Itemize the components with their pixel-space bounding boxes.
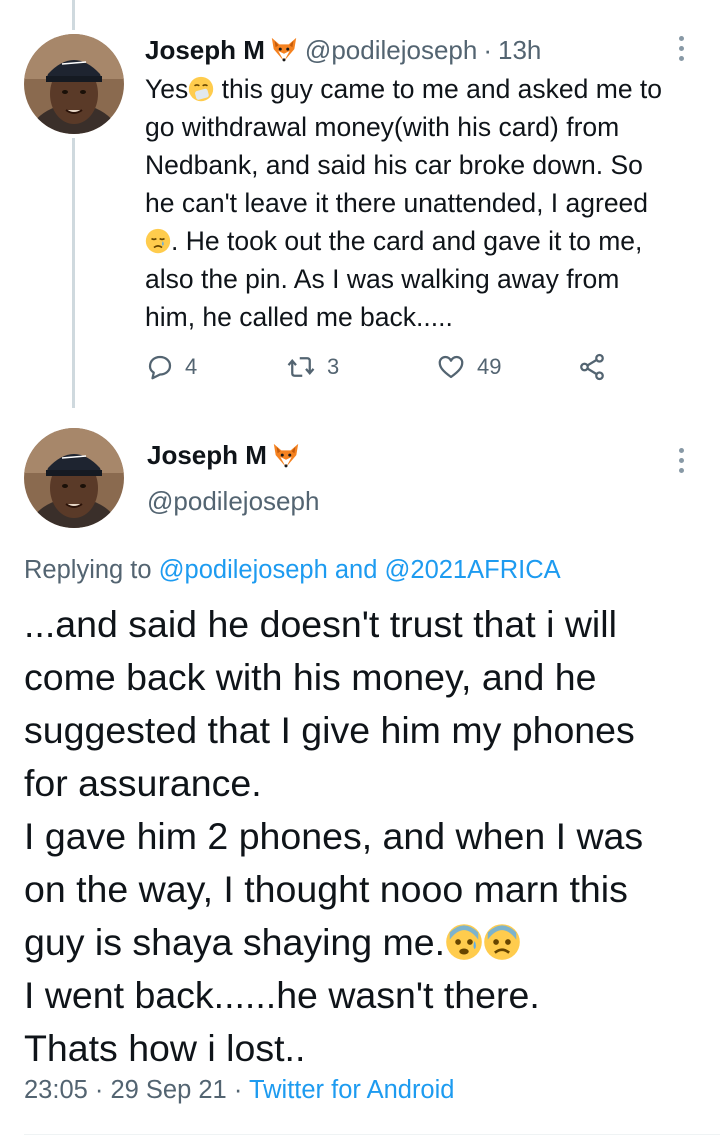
timestamp[interactable]: 13h <box>498 35 541 66</box>
share-button[interactable] <box>577 352 607 382</box>
divider <box>24 1134 720 1135</box>
mention-conjunction: and <box>334 556 378 584</box>
tweet-text-line: Yes <box>145 74 189 104</box>
tweet-text-line: him, he called me back..... <box>145 302 453 332</box>
display-name[interactable]: Joseph M <box>145 35 265 66</box>
client-link[interactable]: Twitter for Android <box>249 1076 455 1104</box>
retweet-icon <box>287 357 315 377</box>
handle[interactable]: @podilejoseph <box>147 486 319 517</box>
reply-count: 4 <box>185 354 198 379</box>
replying-to: Replying to @podilejoseph and @2021AFRIC… <box>24 556 561 585</box>
avatar[interactable] <box>24 34 124 134</box>
tweet-text-line: for assurance. <box>24 762 262 804</box>
retweet-button[interactable]: 3 <box>285 352 339 382</box>
display-name-row[interactable]: Joseph M <box>147 440 307 471</box>
tweet-text-line: I went back......he wasn't there. <box>24 974 540 1016</box>
tweet-meta: 23:05 · 29 Sep 21 · Twitter for Android <box>24 1076 454 1105</box>
tweet-text: ...and said he doesn't trust that i will… <box>24 598 714 1075</box>
like-count: 49 <box>477 354 502 379</box>
display-name[interactable]: Joseph M <box>147 440 267 471</box>
fox-emoji-icon <box>269 35 299 65</box>
tweet-text-line: come back with his money, and he <box>24 656 597 698</box>
crying-face-emoji-icon <box>145 228 171 254</box>
replying-label: Replying to <box>24 556 152 584</box>
anxious-face-emoji-icon <box>446 924 482 960</box>
like-icon <box>438 355 464 379</box>
tweet-text-line: Nedbank, and said his car broke down. So <box>145 150 643 180</box>
tweet-text-line: . He took out the card and gave it to me… <box>171 226 643 256</box>
tweet-timestamp[interactable]: 23:05 · 29 Sep 21 · <box>24 1076 242 1104</box>
tweet-text-line: suggested that I give him my phones <box>24 709 635 751</box>
separator: · <box>483 34 492 65</box>
share-icon <box>580 353 604 381</box>
tweet-text-line: also the pin. As I was walking away from <box>145 264 620 294</box>
fearful-face-emoji-icon <box>484 924 520 960</box>
tweet-text-line: ...and said he doesn't trust that i will <box>24 603 617 645</box>
tweet-text-line: I gave him 2 phones, and when I was <box>24 815 644 857</box>
avatar[interactable] <box>24 428 124 528</box>
sneezing-face-emoji-icon <box>189 76 214 102</box>
mention-link[interactable]: @podilejoseph <box>159 556 328 584</box>
handle[interactable]: @podilejoseph <box>305 35 477 66</box>
thread-line <box>72 138 75 408</box>
more-icon[interactable] <box>676 448 686 473</box>
mention-link[interactable]: @2021AFRICA <box>385 556 561 584</box>
more-icon[interactable] <box>676 36 686 61</box>
tweet-text-line: this guy came to me and asked me to <box>214 74 663 104</box>
tweet-text-line: Thats how i lost.. <box>24 1027 306 1069</box>
tweet-text: Yes this guy came to me and asked me to … <box>145 70 705 336</box>
reply-icon <box>148 355 172 380</box>
tweet-text-line: go withdrawal money(with his card) from <box>145 112 620 142</box>
like-button[interactable]: 49 <box>435 352 501 382</box>
tweet-parent[interactable]: Joseph M @podilejoseph · 13h Yes this gu… <box>0 0 720 410</box>
retweet-count: 3 <box>327 354 340 379</box>
fox-emoji-icon <box>271 441 301 471</box>
tweet-text-line: he can't leave it there unattended, I ag… <box>145 188 649 218</box>
tweet-header: Joseph M @podilejoseph · 13h <box>145 32 541 68</box>
tweet-text-line: on the way, I thought nooo marn this <box>24 868 628 910</box>
reply-button[interactable]: 4 <box>145 352 197 382</box>
tweet-text-line: guy is shaya shaying me. <box>24 921 446 963</box>
